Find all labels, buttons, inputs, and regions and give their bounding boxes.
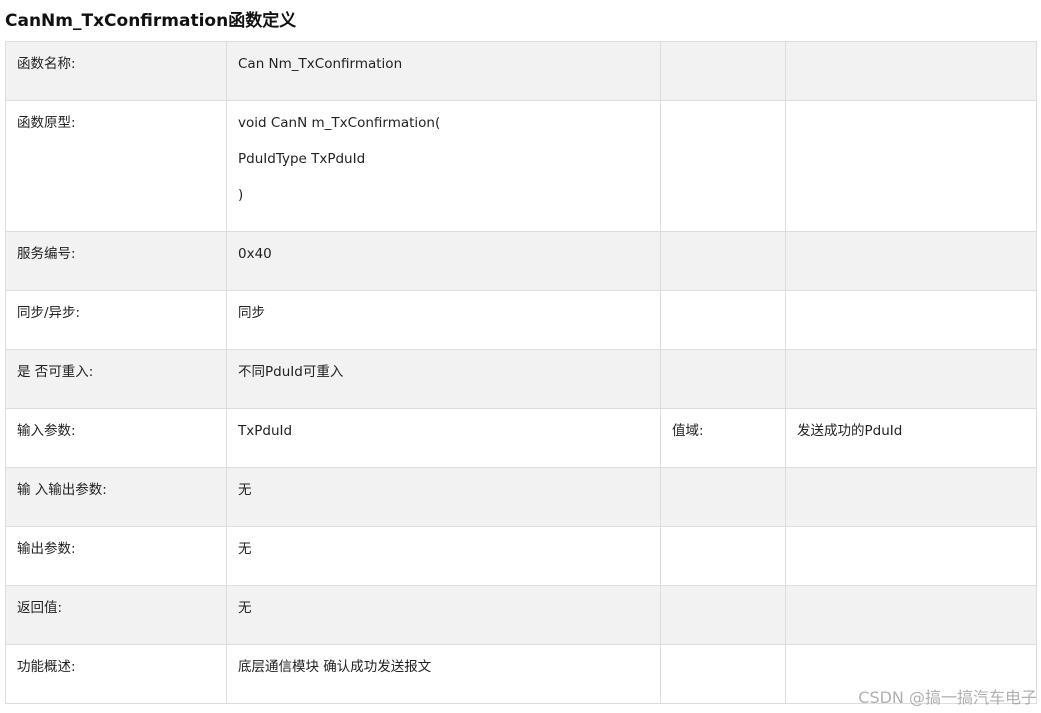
- table-row: 服务编号: 0x40: [5, 231, 1037, 291]
- row-extra-value-cell: [785, 526, 1037, 586]
- row-value: 不同PduId可重入: [238, 364, 344, 380]
- table-row: 输出参数: 无: [5, 526, 1037, 586]
- row-extra-label-cell: [660, 231, 786, 291]
- table-row: 函数名称: Can Nm_TxConfirmation: [5, 41, 1037, 101]
- table-row: 同步/异步: 同步: [5, 290, 1037, 350]
- row-label: 返回值:: [17, 600, 63, 616]
- row-label-cell: 是 否可重入:: [5, 349, 227, 409]
- row-extra-value-cell: [785, 467, 1037, 527]
- row-value: 无: [238, 541, 252, 557]
- row-value-cell: 0x40: [226, 231, 661, 291]
- row-extra-value-cell: [785, 231, 1037, 291]
- row-label: 输入参数:: [17, 423, 76, 439]
- row-label-cell: 输入参数:: [5, 408, 227, 468]
- row-value-cell: 底层通信模块 确认成功发送报文: [226, 644, 661, 704]
- table-row: 输 入输出参数: 无: [5, 467, 1037, 527]
- row-extra-label-cell: [660, 290, 786, 350]
- row-extra-label-cell: [660, 100, 786, 232]
- row-value: PduIdType TxPduId: [238, 151, 366, 167]
- row-label: 函数原型:: [17, 115, 76, 131]
- table-row: 输入参数: TxPduId 值域: 发送成功的PduId: [5, 408, 1037, 468]
- row-value: ): [238, 187, 244, 203]
- watermark: CSDN @搞一搞汽车电子: [858, 688, 1037, 707]
- row-extra-label-cell: [660, 467, 786, 527]
- row-label: 是 否可重入:: [17, 364, 94, 380]
- row-value: 无: [238, 600, 252, 616]
- row-value: 0x40: [238, 246, 272, 262]
- row-label-cell: 功能概述:: [5, 644, 227, 704]
- row-value: Can Nm_TxConfirmation: [238, 56, 403, 72]
- row-extra-value-cell: [785, 290, 1037, 350]
- row-value-cell: 同步: [226, 290, 661, 350]
- row-value: 底层通信模块 确认成功发送报文: [238, 659, 432, 675]
- table-row: 返回值: 无: [5, 585, 1037, 645]
- row-extra-value-cell: [785, 349, 1037, 409]
- row-extra-label-cell: [660, 41, 786, 101]
- row-value: void CanN m_TxConfirmation(: [238, 115, 441, 131]
- row-extra-label: 值域:: [672, 423, 704, 439]
- row-label: 同步/异步:: [17, 305, 81, 321]
- row-extra-value: 发送成功的PduId: [797, 423, 903, 439]
- table-row: 函数原型: void CanN m_TxConfirmation( PduIdT…: [5, 100, 1037, 232]
- row-extra-label-cell: [660, 585, 786, 645]
- row-value: TxPduId: [238, 423, 293, 439]
- row-label-cell: 输 入输出参数:: [5, 467, 227, 527]
- row-label-cell: 同步/异步:: [5, 290, 227, 350]
- row-value: 无: [238, 482, 252, 498]
- row-extra-value-cell: 发送成功的PduId: [785, 408, 1037, 468]
- row-label: 输出参数:: [17, 541, 76, 557]
- row-label-cell: 函数名称:: [5, 41, 227, 101]
- row-extra-value-cell: [785, 41, 1037, 101]
- row-label: 功能概述:: [17, 659, 76, 675]
- row-label-cell: 输出参数:: [5, 526, 227, 586]
- table-row: 是 否可重入: 不同PduId可重入: [5, 349, 1037, 409]
- row-extra-label-cell: 值域:: [660, 408, 786, 468]
- row-extra-value-cell: [785, 585, 1037, 645]
- row-value: 同步: [238, 305, 265, 321]
- row-value-cell: 不同PduId可重入: [226, 349, 661, 409]
- row-label: 函数名称:: [17, 56, 76, 72]
- row-value-cell: 无: [226, 526, 661, 586]
- row-label-cell: 服务编号:: [5, 231, 227, 291]
- row-extra-value-cell: [785, 100, 1037, 232]
- row-value-cell: 无: [226, 585, 661, 645]
- row-extra-label-cell: [660, 644, 786, 704]
- row-label-cell: 函数原型:: [5, 100, 227, 232]
- row-value-cell: TxPduId: [226, 408, 661, 468]
- row-value-cell: void CanN m_TxConfirmation( PduIdType Tx…: [226, 100, 661, 232]
- function-definition-table: 函数名称: Can Nm_TxConfirmation 函数原型: void C…: [5, 41, 1037, 704]
- row-label: 输 入输出参数:: [17, 482, 107, 498]
- row-label-cell: 返回值:: [5, 585, 227, 645]
- row-label: 服务编号:: [17, 246, 76, 262]
- row-value-cell: 无: [226, 467, 661, 527]
- row-value-cell: Can Nm_TxConfirmation: [226, 41, 661, 101]
- row-extra-label-cell: [660, 526, 786, 586]
- page-title: CanNm_TxConfirmation函数定义: [5, 11, 297, 31]
- row-extra-label-cell: [660, 349, 786, 409]
